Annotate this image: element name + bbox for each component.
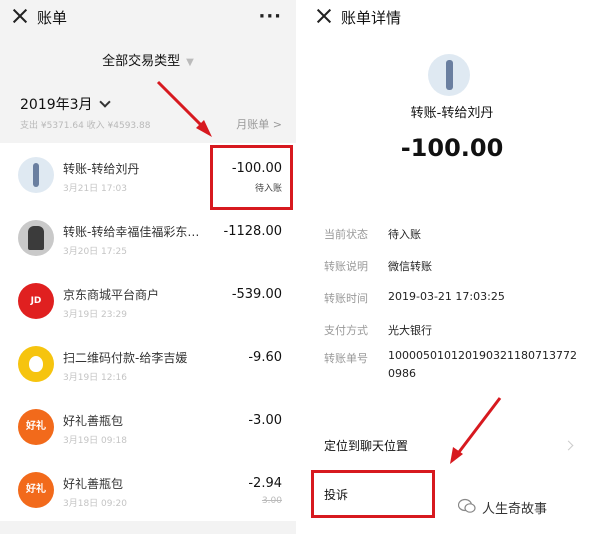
bill-detail-screen: 账单详情 转账-转给刘丹 -100.00 当前状态 待入账 转账说明 微信转账 … [304, 0, 600, 534]
transaction-date: 3月19日 09:18 [63, 436, 127, 446]
original-amount: 3.00 [261, 496, 282, 506]
transaction-title: 转账-转给刘丹 [63, 162, 140, 176]
transaction-title: 好礼善瓶包 [63, 414, 124, 428]
watermark: 人生奇故事 [482, 502, 548, 517]
transaction-amount: -1128.00 [223, 224, 282, 239]
transaction-row[interactable]: 好礼 好礼善瓶包 3月18日 09:20 -2.94 3.00 [0, 458, 296, 521]
red-arrow-icon [450, 397, 502, 464]
transaction-date: 3月21日 17:03 [63, 184, 127, 194]
person-avatar [18, 157, 54, 193]
orange-avatar: 好礼 [18, 472, 54, 508]
transaction-amount: -9.60 [248, 350, 282, 365]
red-arrow-icon [156, 80, 212, 137]
transaction-row[interactable]: JD 京东商城平台商户 3月19日 23:29 -539.00 [0, 269, 296, 332]
wechat-logo-icon [458, 498, 476, 513]
transaction-title: 转账-转给幸福佳福彩东… [63, 225, 200, 239]
transaction-date: 3月19日 23:29 [63, 310, 127, 320]
transaction-amount: -539.00 [231, 287, 282, 302]
transaction-date: 3月20日 17:25 [63, 247, 127, 257]
transaction-date: 3月18日 09:20 [63, 499, 127, 509]
transaction-date: 3月19日 12:16 [63, 373, 127, 383]
transaction-amount: -2.94 [248, 476, 282, 491]
transaction-row[interactable]: 好礼 好礼善瓶包 3月19日 09:18 -3.00 [0, 395, 296, 458]
jd-avatar: JD [18, 283, 54, 319]
transaction-row[interactable]: 扫二维码付款-给李吉媛 3月19日 12:16 -9.60 [0, 332, 296, 395]
yellow-avatar [18, 346, 54, 382]
photo-avatar [18, 220, 54, 256]
orange-avatar: 好礼 [18, 409, 54, 445]
transaction-title: 扫二维码付款-给李吉媛 [63, 351, 188, 365]
transaction-title: 京东商城平台商户 [63, 288, 160, 302]
transaction-title: 好礼善瓶包 [63, 477, 124, 491]
divider [296, 0, 304, 534]
transaction-row[interactable]: 转账-转给幸福佳福彩东… 3月20日 17:25 -1128.00 [0, 206, 296, 269]
transaction-amount: -3.00 [248, 413, 282, 428]
bill-list-screen: 账单 ··· 全部交易类型 ▼ 2019年3月 支出 ¥5371.64 收入 ¥4… [0, 0, 296, 534]
